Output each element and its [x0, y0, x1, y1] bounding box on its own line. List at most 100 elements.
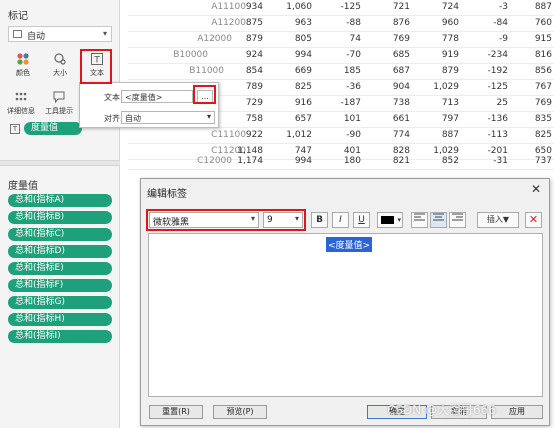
- bold-button[interactable]: B: [311, 212, 328, 228]
- measure-pill[interactable]: 总和(指标E): [8, 262, 112, 275]
- measure-pill[interactable]: 总和(指标C): [8, 228, 112, 241]
- measure-pill[interactable]: 总和(指标I): [8, 330, 112, 343]
- align-left-button[interactable]: [411, 212, 428, 228]
- panel-divider: [0, 160, 120, 166]
- measure-pill[interactable]: 总和(指标H): [8, 313, 112, 326]
- detail-label: 详细信息: [7, 107, 35, 115]
- table-cell: 769: [534, 98, 552, 108]
- table-cell: 879: [245, 34, 263, 44]
- table-cell: 180: [343, 156, 361, 166]
- table-cell: 797: [441, 114, 459, 124]
- detail-button[interactable]: 详细信息: [4, 88, 38, 122]
- table-cell: 856: [534, 66, 552, 76]
- table-cell: 25: [496, 98, 508, 108]
- table-cell: 687: [392, 66, 410, 76]
- mark-type-select[interactable]: 自动 ▾: [8, 26, 112, 42]
- dialog-title: 编辑标签: [147, 189, 187, 200]
- color-button[interactable]: 颜色: [8, 50, 38, 84]
- table-cell: 934: [245, 2, 263, 12]
- table-cell: -36: [346, 82, 361, 92]
- chevron-down-icon: ▾: [206, 112, 211, 121]
- tooltip-button[interactable]: 工具提示: [42, 88, 76, 122]
- table-cell: 74: [349, 34, 361, 44]
- table-cell: -88: [346, 18, 361, 28]
- table-cell: 685: [392, 50, 410, 60]
- table-cell: -125: [340, 2, 361, 12]
- edit-label-dialog: 编辑标签 ✕ 微软雅黑 ▾ 9 ▾ B I U ▾ 插入▼ ✕ <度量值> 重置…: [140, 178, 550, 426]
- tooltip-icon: [52, 90, 66, 104]
- table-cell: 805: [294, 34, 312, 44]
- table-cell: 852: [441, 156, 459, 166]
- table-cell: 854: [245, 66, 263, 76]
- table-cell: 994: [294, 156, 312, 166]
- table-cell: -113: [487, 130, 508, 140]
- table-cell: 713: [441, 98, 459, 108]
- table-cell: 185: [343, 66, 361, 76]
- chevron-down-icon: ▾: [397, 216, 401, 224]
- table-cell: 1,029: [433, 82, 459, 92]
- apply-button[interactable]: 应用: [491, 405, 543, 419]
- color-label: 颜色: [16, 69, 30, 77]
- table-cell: 919: [441, 50, 459, 60]
- measure-pill[interactable]: 总和(指标F): [8, 279, 112, 292]
- table-cell: 661: [392, 114, 410, 124]
- table-cell: 769: [392, 34, 410, 44]
- size-button[interactable]: 大小: [45, 50, 75, 84]
- marks-title: 标记: [8, 11, 28, 22]
- clear-icon[interactable]: ✕: [525, 212, 542, 228]
- mark-type-icon: [13, 30, 22, 38]
- insert-button[interactable]: 插入▼: [477, 212, 519, 228]
- table-cell: 825: [534, 130, 552, 140]
- font-color-button[interactable]: ▾: [377, 212, 403, 228]
- align-center-button[interactable]: [430, 212, 447, 228]
- text-field[interactable]: <度量值>: [121, 90, 193, 103]
- table-row: C11100 922 1,012 -90 774 887 -113 825: [128, 128, 554, 145]
- table-cell: 960: [441, 18, 459, 28]
- table-cell: -90: [346, 130, 361, 140]
- table-cell: 657: [294, 114, 312, 124]
- align-label: 对齐:: [104, 114, 123, 123]
- align-select[interactable]: 自动 ▾: [121, 111, 215, 124]
- table-cell: 904: [392, 82, 410, 92]
- table-cell: -234: [487, 50, 508, 60]
- table-cell: 963: [294, 18, 312, 28]
- table-cell: 835: [534, 114, 552, 124]
- text-shelf-icon: T: [10, 124, 20, 134]
- measure-pill[interactable]: 总和(指标D): [8, 245, 112, 258]
- table-cell: 821: [392, 156, 410, 166]
- table-cell: -31: [493, 156, 508, 166]
- align-right-button[interactable]: [449, 212, 466, 228]
- table-cell: -9: [499, 34, 508, 44]
- reset-button[interactable]: 重置(R): [149, 405, 203, 419]
- table-cell: 915: [534, 34, 552, 44]
- table-cell: 1,174: [237, 156, 263, 166]
- text-measure-pill[interactable]: 度量值: [24, 122, 82, 135]
- row-label: B10000: [173, 50, 208, 60]
- row-label: B11000: [189, 66, 224, 76]
- measure-pill[interactable]: 总和(指标G): [8, 296, 112, 309]
- table-cell: 758: [245, 114, 263, 124]
- italic-button[interactable]: I: [332, 212, 349, 228]
- table-cell: 760: [534, 18, 552, 28]
- chevron-down-icon: ▾: [102, 29, 107, 38]
- table-cell: 778: [441, 34, 459, 44]
- table-row: A11100 934 1,060 -125 721 724 -3 887: [128, 0, 554, 17]
- table-cell: -70: [346, 50, 361, 60]
- measure-pill[interactable]: 总和(指标A): [8, 194, 112, 207]
- table-cell: 922: [245, 130, 263, 140]
- table-cell: -125: [487, 82, 508, 92]
- table-row: B11000 854 669 185 687 879 -192 856: [128, 64, 554, 81]
- table-cell: 816: [534, 50, 552, 60]
- underline-button[interactable]: U: [353, 212, 370, 228]
- table-row: B10000 924 994 -70 685 919 -234 816: [128, 48, 554, 65]
- table-row: A12000 879 805 74 769 778 -9 915: [128, 32, 554, 49]
- table-row: C12000 1,174 994 180 821 852 -31 737: [128, 154, 554, 171]
- close-icon[interactable]: ✕: [531, 182, 541, 196]
- measure-pill[interactable]: 总和(指标B): [8, 211, 112, 224]
- highlight-ellipsis: [193, 85, 216, 104]
- table-cell: 875: [245, 18, 263, 28]
- label-editor[interactable]: <度量值>: [148, 233, 543, 397]
- table-cell: -136: [487, 114, 508, 124]
- table-cell: 721: [392, 2, 410, 12]
- preview-button[interactable]: 预览(P): [213, 405, 267, 419]
